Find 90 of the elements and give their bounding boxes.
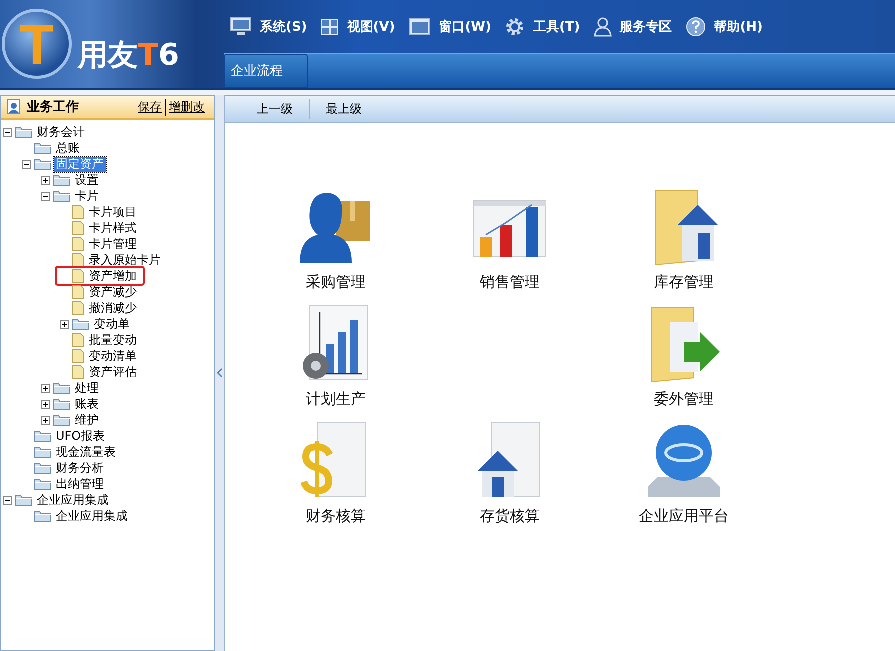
document-icon [72, 220, 85, 236]
expand-toggle[interactable] [41, 400, 50, 408]
expand-toggle[interactable] [41, 384, 50, 392]
gear-icon [505, 17, 526, 37]
collapse-toggle[interactable] [22, 160, 31, 168]
tree-item[interactable]: UFO报表 [54, 428, 108, 444]
tree-item[interactable]: 资产减少 [87, 284, 139, 300]
folder-icon [53, 174, 71, 186]
user-document-icon [7, 99, 21, 115]
tree-item[interactable]: 变动单 [92, 316, 132, 332]
sidebar-link[interactable]: 保存 [135, 98, 165, 116]
tree-item[interactable]: 企业应用集成 [35, 492, 111, 508]
tree-item[interactable]: 出纳管理 [54, 476, 106, 492]
document-icon [72, 348, 85, 364]
collapse-toggle[interactable] [3, 496, 12, 504]
collapse-toggle[interactable] [41, 192, 50, 200]
collapse-toggle[interactable] [3, 128, 12, 136]
toolbar-button[interactable]: 最上级 [309, 99, 378, 119]
folder-icon [53, 190, 71, 202]
tree-item[interactable]: 财务分析 [54, 460, 106, 476]
tree-item[interactable]: 维护 [73, 412, 101, 428]
tree-item[interactable]: 录入原始卡片 [87, 252, 163, 268]
sidebar-title: 业务工作 [27, 99, 80, 116]
module-launcher[interactable]: 采购管理 [249, 187, 423, 292]
module-launcher[interactable]: 委外管理 [597, 304, 771, 409]
folder-icon [53, 414, 71, 426]
sidebar-link[interactable]: 增删改 [165, 98, 208, 116]
tree-item[interactable]: 资产评估 [87, 364, 139, 380]
tree-item[interactable]: 卡片管理 [87, 236, 139, 252]
tree-item[interactable]: 总账 [54, 140, 82, 156]
tree-item[interactable]: 变动清单 [87, 348, 139, 364]
folder-icon [34, 446, 52, 458]
logo-wordmark: 6 [158, 38, 180, 72]
expand-toggle[interactable] [41, 416, 50, 424]
tree-item[interactable]: 账表 [73, 396, 101, 412]
document-icon [72, 252, 85, 268]
tree-item[interactable]: 卡片项目 [87, 204, 139, 220]
expand-toggle[interactable] [41, 176, 50, 184]
grid-icon [321, 18, 340, 36]
folder-icon [53, 398, 71, 410]
document-icon [72, 236, 85, 252]
folder-icon [34, 478, 52, 490]
person-icon [594, 17, 612, 37]
logo-badge: T [2, 9, 72, 79]
document-icon [72, 364, 85, 380]
module-launcher[interactable]: 存货核算 [423, 421, 597, 526]
tree-item[interactable]: 批量变动 [87, 332, 139, 348]
module-launcher[interactable]: 销售管理 [423, 187, 597, 292]
folder-icon [34, 462, 52, 474]
folder-icon [15, 126, 33, 138]
module-launcher[interactable]: 计划生产 [249, 304, 423, 409]
folder-icon [15, 494, 33, 506]
module-launcher[interactable]: 库存管理 [597, 187, 771, 292]
menu-item[interactable]: 帮助(H) [686, 12, 763, 42]
tree-item[interactable]: 现金流量表 [54, 444, 118, 460]
folder-icon [72, 318, 90, 330]
document-icon [72, 300, 85, 316]
folder-icon [34, 510, 52, 522]
menu-item[interactable]: 服务专区 [594, 12, 672, 42]
monitor-icon [230, 17, 252, 37]
folder-icon [34, 430, 52, 442]
tree-item[interactable]: 固定资产 [54, 156, 106, 172]
menu-item[interactable]: 系统(S) [230, 12, 308, 42]
tree-item[interactable]: 撤消减少 [87, 300, 139, 316]
folder-icon [34, 158, 52, 170]
menu-item[interactable]: 窗口(W) [409, 12, 492, 42]
toolbar-button[interactable]: 上一级 [241, 99, 309, 119]
menu-item[interactable]: 工具(T) [505, 12, 580, 42]
tab[interactable]: 企业流程 [224, 54, 308, 88]
document-icon [72, 284, 85, 300]
folder-icon [53, 382, 71, 394]
expand-toggle[interactable] [60, 320, 69, 328]
folder-icon [34, 142, 52, 154]
help-icon [686, 17, 706, 37]
tree-item[interactable]: 处理 [73, 380, 101, 396]
tree-item[interactable]: 卡片 [73, 188, 101, 204]
document-icon [72, 204, 85, 220]
tree-item[interactable]: 企业应用集成 [54, 508, 130, 524]
tree-item[interactable]: 资产增加 [87, 268, 139, 284]
module-launcher[interactable]: 财务核算 [249, 421, 423, 526]
menu-item[interactable]: 视图(V) [321, 12, 396, 42]
tree-item[interactable]: 卡片样式 [87, 220, 139, 236]
window-icon [409, 18, 432, 36]
document-icon [72, 268, 85, 284]
module-launcher[interactable]: 企业应用平台 [597, 421, 771, 526]
logo-wordmark: 用友 [78, 38, 138, 72]
document-icon [72, 332, 85, 348]
logo-wordmark: T [138, 38, 158, 72]
tree-item[interactable]: 设置 [73, 172, 101, 188]
tree-item[interactable]: 财务会计 [35, 124, 87, 140]
